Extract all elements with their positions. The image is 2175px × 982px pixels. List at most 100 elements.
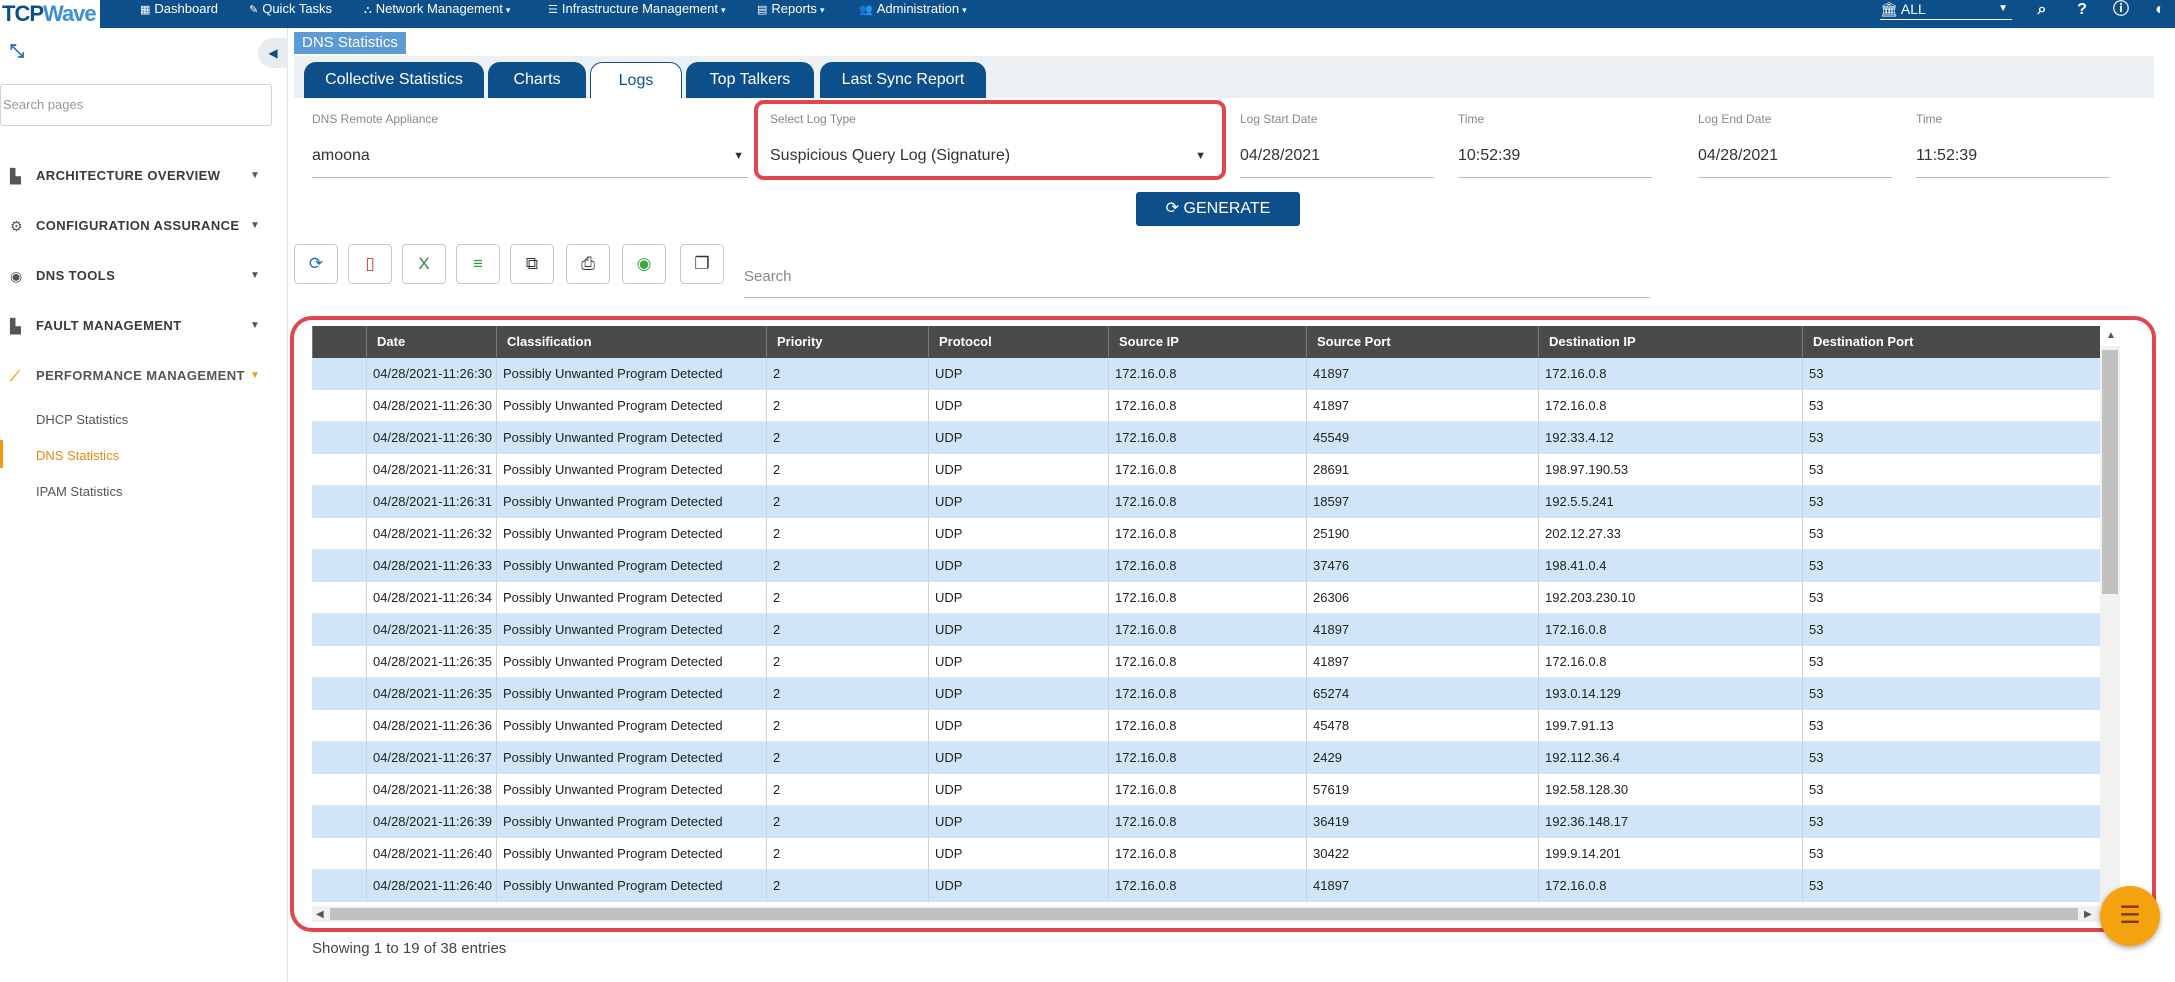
table-row[interactable]: 04/28/2021-11:26:30 Possibly Unwanted Pro… [312, 390, 2100, 422]
tab-charts[interactable]: Charts [488, 62, 586, 98]
horizontal-scroll-thumb[interactable] [330, 908, 2078, 920]
column-header-classification[interactable]: Classification [496, 326, 766, 358]
row-selector[interactable] [312, 870, 366, 902]
table-row[interactable]: 04/28/2021-11:26:35 Possibly Unwanted Pro… [312, 646, 2100, 678]
tab-collective-statistics[interactable]: Collective Statistics [304, 62, 484, 98]
cell-classification: Possibly Unwanted Program Detected [496, 550, 766, 582]
sidebar-subitem-ipam-statistics[interactable]: IPAM Statistics [36, 482, 122, 502]
table-row[interactable]: 04/28/2021-11:26:36 Possibly Unwanted Pro… [312, 710, 2100, 742]
column-header-selector[interactable] [312, 326, 366, 358]
export-pdf-button[interactable]: ▯ [348, 244, 392, 284]
row-selector[interactable] [312, 582, 366, 614]
row-selector[interactable] [312, 742, 366, 774]
nav-quick-tasks[interactable]: ✎ Quick Tasks [249, 0, 332, 20]
row-selector[interactable] [312, 518, 366, 550]
nav-infrastructure-management[interactable]: ☰ Infrastructure Management ▾ [548, 0, 725, 20]
table-row[interactable]: 04/28/2021-11:26:30 Possibly Unwanted Pro… [312, 422, 2100, 454]
start-time-input[interactable]: 10:52:39 [1458, 140, 1652, 178]
nav-administration[interactable]: 👥 Administration ▾ [859, 0, 967, 20]
copy-button[interactable]: ⧉ [510, 244, 554, 284]
user-account-icon[interactable]: ◐ [2150, 0, 2170, 20]
column-header-source-ip[interactable]: Source IP [1108, 326, 1306, 358]
scroll-right-icon[interactable]: ▶ [2084, 909, 2092, 920]
start-time-label: Time [1458, 112, 1485, 126]
export-csv-button[interactable]: ≡ [456, 244, 500, 284]
table-row[interactable]: 04/28/2021-11:26:39 Possibly Unwanted Pro… [312, 806, 2100, 838]
scroll-left-icon[interactable]: ◀ [316, 909, 324, 920]
caret-down-icon: ▾ [819, 5, 825, 15]
column-header-protocol[interactable]: Protocol [928, 326, 1108, 358]
table-search-input[interactable]: Search [744, 258, 1650, 298]
row-selector[interactable] [312, 358, 366, 390]
sidebar-subitem-dhcp-statistics[interactable]: DHCP Statistics [36, 410, 128, 430]
tab-logs[interactable]: Logs [590, 62, 682, 98]
row-selector[interactable] [312, 806, 366, 838]
table-row[interactable]: 04/28/2021-11:26:33 Possibly Unwanted Pro… [312, 550, 2100, 582]
nav-dashboard[interactable]: ▦ Dashboard [140, 0, 218, 20]
row-selector[interactable] [312, 614, 366, 646]
table-row[interactable]: 04/28/2021-11:26:32 Possibly Unwanted Pro… [312, 518, 2100, 550]
row-selector[interactable] [312, 838, 366, 870]
row-selector[interactable] [312, 774, 366, 806]
cell-date: 04/28/2021-11:26:32 [366, 518, 496, 550]
column-header-source-port[interactable]: Source Port [1306, 326, 1538, 358]
export-excel-button[interactable]: X [402, 244, 446, 284]
table-row[interactable]: 04/28/2021-11:26:40 Possibly Unwanted Pro… [312, 870, 2100, 902]
end-date-input[interactable]: 04/28/2021 [1698, 140, 1892, 178]
cell-date: 04/28/2021-11:26:39 [366, 806, 496, 838]
table-row[interactable]: 04/28/2021-11:26:40 Possibly Unwanted Pro… [312, 838, 2100, 870]
compress-icon[interactable]: ⤡ [4, 38, 30, 64]
table-row[interactable]: 04/28/2021-11:26:30 Possibly Unwanted Pro… [312, 358, 2100, 390]
column-header-priority[interactable]: Priority [766, 326, 928, 358]
nav-reports[interactable]: ▤ Reports ▾ [757, 0, 824, 20]
row-selector[interactable] [312, 678, 366, 710]
menu-fab-button[interactable]: ☰ [2100, 886, 2160, 946]
table-row[interactable]: 04/28/2021-11:26:35 Possibly Unwanted Pro… [312, 678, 2100, 710]
sidebar-item-performance-management[interactable]: ⟋ PERFORMANCE MANAGEMENT ▼ [0, 364, 270, 388]
collapse-sidebar-icon[interactable]: ◀ [258, 38, 288, 68]
sidebar-item-dns-tools[interactable]: ◉ DNS TOOLS ▼ [0, 264, 270, 288]
print-button[interactable]: ⎙ [566, 244, 610, 284]
row-selector[interactable] [312, 454, 366, 486]
table-row[interactable]: 04/28/2021-11:26:38 Possibly Unwanted Pro… [312, 774, 2100, 806]
restore-columns-button[interactable]: ❐ [680, 244, 724, 284]
sidebar-subitem-dns-statistics[interactable]: DNS Statistics [36, 446, 119, 466]
tab-last-sync-report[interactable]: Last Sync Report [820, 62, 986, 98]
cell-source-ip: 172.16.0.8 [1108, 806, 1306, 838]
sidebar-item-architecture-overview[interactable]: ▙ ARCHITECTURE OVERVIEW ▼ [0, 164, 270, 188]
nav-network-management[interactable]: ⛬ Network Management ▾ [364, 0, 510, 20]
info-icon[interactable]: ⓘ [2111, 0, 2131, 20]
column-visibility-button[interactable]: ◉ [622, 244, 666, 284]
help-icon[interactable]: ? [2072, 0, 2092, 20]
appliance-select[interactable]: amoona ▼ [312, 140, 748, 178]
sidebar-item-fault-management[interactable]: ▙ FAULT MANAGEMENT ▼ [0, 314, 270, 338]
end-time-input[interactable]: 11:52:39 [1916, 140, 2110, 178]
row-selector[interactable] [312, 550, 366, 582]
table-row[interactable]: 04/28/2021-11:26:34 Possibly Unwanted Pro… [312, 582, 2100, 614]
column-header-destination-ip[interactable]: Destination IP [1538, 326, 1802, 358]
row-selector[interactable] [312, 646, 366, 678]
start-date-input[interactable]: 04/28/2021 [1240, 140, 1434, 178]
search-pages-input[interactable]: Search pages [0, 84, 272, 126]
row-selector[interactable] [312, 390, 366, 422]
table-row[interactable]: 04/28/2021-11:26:37 Possibly Unwanted Pro… [312, 742, 2100, 774]
row-selector[interactable] [312, 486, 366, 518]
tab-top-talkers[interactable]: Top Talkers [686, 62, 814, 98]
vertical-scroll-thumb[interactable] [2102, 350, 2118, 594]
table-row[interactable]: 04/28/2021-11:26:35 Possibly Unwanted Pro… [312, 614, 2100, 646]
sidebar-item-configuration-assurance[interactable]: ⚙ CONFIGURATION ASSURANCE ▼ [0, 214, 270, 238]
column-header-date[interactable]: Date [366, 326, 496, 358]
table-row[interactable]: 04/28/2021-11:26:31 Possibly Unwanted Pro… [312, 454, 2100, 486]
column-header-destination-port[interactable]: Destination Port [1802, 326, 2100, 358]
cell-classification: Possibly Unwanted Program Detected [496, 614, 766, 646]
scroll-up-icon[interactable]: ▲ [2106, 330, 2116, 341]
row-selector[interactable] [312, 422, 366, 454]
generate-button[interactable]: ⟳ GENERATE [1136, 192, 1300, 226]
table-row[interactable]: 04/28/2021-11:26:31 Possibly Unwanted Pro… [312, 486, 2100, 518]
scope-selector[interactable]: 🏛 ALL ▼ [1880, 0, 2012, 20]
cell-priority: 2 [766, 358, 928, 390]
tcpwave-logo[interactable]: TCPWave [0, 0, 100, 28]
refresh-button[interactable]: ⟳ [294, 244, 338, 284]
row-selector[interactable] [312, 710, 366, 742]
search-icon[interactable]: ⌕ [2032, 0, 2052, 20]
